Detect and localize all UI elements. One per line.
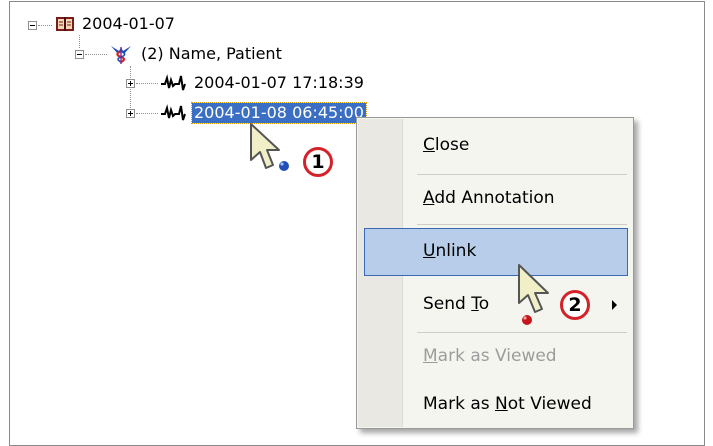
collapse-root-toggle[interactable] — [28, 21, 37, 30]
menu-item-mark-as-viewed: Mark as Viewed — [357, 332, 633, 380]
waveform-icon — [161, 74, 186, 91]
expand-recording-1-toggle[interactable] — [126, 79, 135, 88]
tree-node-patient-label: (2) Name, Patient — [141, 44, 282, 63]
menu-item-unlink[interactable]: Unlink — [364, 228, 628, 276]
step-callout-1: 1 — [303, 147, 333, 177]
menu-item-add-annotation[interactable]: Add Annotation — [357, 174, 633, 222]
left-click-marker-icon — [522, 315, 532, 325]
context-menu: Close Add Annotation Unlink Send To Mark… — [356, 117, 634, 429]
tree-node-root-label: 2004-01-07 — [82, 14, 175, 33]
step-callout-2: 2 — [560, 290, 590, 320]
menu-item-close-label: Close — [423, 135, 470, 155]
tree-node-recording-1-label: 2004-01-07 17:18:39 — [194, 73, 364, 92]
menu-item-send-to-label: Send To — [423, 294, 490, 314]
right-click-marker-icon — [279, 161, 289, 171]
submenu-arrow-icon — [612, 300, 617, 310]
caduceus-icon — [111, 46, 131, 64]
tree-node-recording-2-label: 2004-01-08 06:45:00 — [191, 102, 367, 124]
menu-item-mark-as-not-viewed-label: Mark as Not Viewed — [423, 394, 592, 414]
menu-item-close[interactable]: Close — [357, 121, 633, 169]
menu-item-send-to[interactable]: Send To — [357, 280, 633, 328]
collapse-patient-toggle[interactable] — [75, 50, 84, 59]
menu-item-unlink-label: Unlink — [423, 241, 477, 261]
menu-item-mark-as-viewed-label: Mark as Viewed — [423, 346, 557, 366]
expand-recording-2-toggle[interactable] — [126, 109, 135, 118]
menu-item-mark-as-not-viewed[interactable]: Mark as Not Viewed — [357, 380, 633, 428]
waveform-icon — [161, 104, 186, 121]
study-book-icon — [56, 17, 74, 31]
menu-item-add-annotation-label: Add Annotation — [423, 188, 555, 208]
